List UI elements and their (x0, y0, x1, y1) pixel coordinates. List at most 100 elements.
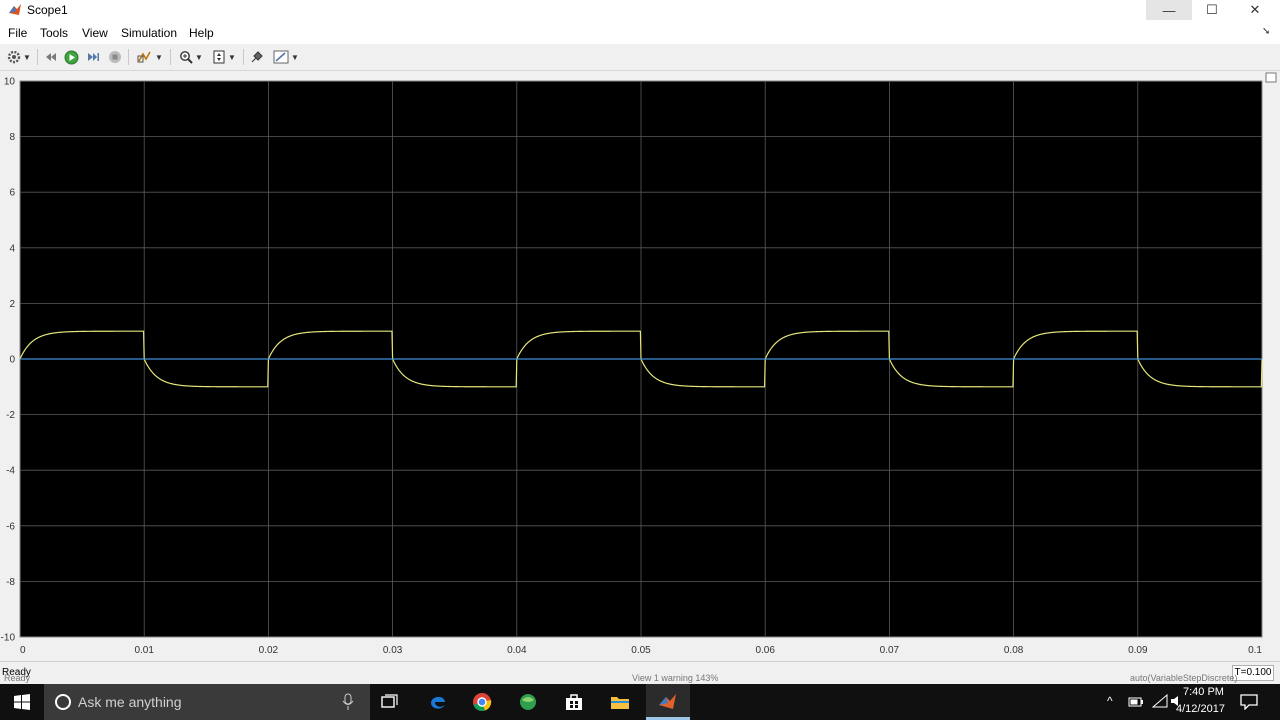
step-back-icon (46, 53, 56, 61)
x-tick-label: 0.01 (134, 645, 154, 656)
step-forward-button[interactable] (84, 48, 102, 66)
dropdown-arrow-icon: ▼ (228, 52, 236, 62)
x-tick-label: 0.07 (880, 645, 900, 656)
y-tick-label: -10 (1, 633, 16, 644)
scope-plot-area: 0 0.01 0.02 0.03 0.04 0.05 0.06 0.07 0.08 0.09 0.1… (0, 71, 1280, 661)
task-view-icon (381, 694, 398, 708)
toolbar-separator (37, 49, 38, 65)
autoscale-icon (213, 50, 225, 64)
microphone-icon[interactable] (342, 693, 354, 711)
expand-axes-icon[interactable] (1265, 72, 1277, 83)
toolbar-separator (128, 49, 129, 65)
dropdown-arrow-icon: ▼ (23, 52, 31, 62)
background-window-status: Ready (4, 673, 31, 683)
background-window-solver: auto(VariableStepDiscrete) (1130, 673, 1238, 683)
matlab-app-icon (9, 4, 21, 15)
clock-time[interactable]: 7:40 PM (1183, 686, 1224, 698)
maximize-button[interactable]: ☐ (1189, 0, 1235, 20)
menu-bar: File Tools View Simulation Help ➘ (0, 22, 1280, 44)
zoom-button[interactable]: ▼ (176, 48, 206, 66)
scope-axes[interactable]: 0 0.01 0.02 0.03 0.04 0.05 0.06 0.07 0.08 0.09 0.1… (0, 71, 1280, 661)
clock-date[interactable]: 4/12/2017 (1176, 703, 1225, 715)
configuration-button[interactable]: ▼ (4, 48, 34, 66)
y-tick-label: -8 (6, 577, 15, 588)
highlight-icon (137, 51, 151, 63)
folder-icon (611, 697, 629, 709)
store-icon (566, 694, 582, 710)
notifications-icon[interactable] (1240, 694, 1258, 710)
run-icon (64, 50, 78, 64)
zoom-icon (180, 51, 193, 64)
y-tick-label: 4 (9, 243, 15, 254)
y-tick-label: 10 (4, 77, 16, 88)
undock-arrow-icon[interactable]: ➘ (1262, 26, 1270, 37)
x-tick-label: 0.09 (1128, 645, 1148, 656)
simulation-time: T=0.100 (1232, 665, 1274, 681)
style-button[interactable] (248, 48, 266, 66)
tray-chevron-icon[interactable]: ^ (1107, 694, 1113, 708)
close-button[interactable]: ✕ (1232, 0, 1278, 20)
minimize-button[interactable]: — (1146, 0, 1192, 20)
toolbar-separator (243, 49, 244, 65)
toolbar-separator (170, 49, 171, 65)
wifi-icon[interactable] (1152, 694, 1168, 708)
step-back-button[interactable] (42, 48, 60, 66)
taskbar: Ask me anything ^ 7:40 PM 4/12/2017 (0, 684, 1280, 720)
x-tick-label: 0.02 (259, 645, 279, 656)
start-button[interactable] (0, 684, 44, 720)
matlab-icon (659, 694, 676, 709)
dropdown-arrow-icon: ▼ (195, 52, 203, 62)
menu-simulation[interactable]: Simulation (121, 26, 177, 40)
taskbar-edge[interactable] (416, 684, 460, 720)
dropdown-arrow-icon: ▼ (291, 52, 299, 62)
taskbar-store[interactable] (552, 684, 596, 720)
autoscale-button[interactable]: ▼ (209, 48, 239, 66)
menu-tools[interactable]: Tools (40, 26, 68, 40)
x-tick-label: 0.03 (383, 645, 403, 656)
y-tick-label: -6 (6, 521, 15, 532)
taskbar-file-explorer[interactable] (598, 684, 642, 720)
y-tick-label: -4 (6, 466, 15, 477)
cortana-icon (55, 694, 71, 710)
style-icon (251, 51, 263, 63)
x-tick-label: 0.05 (631, 645, 651, 656)
y-tick-label: 8 (9, 132, 15, 143)
edge-icon (431, 696, 445, 709)
menu-help[interactable]: Help (189, 26, 214, 40)
menu-view[interactable]: View (82, 26, 108, 40)
y-tick-label: 6 (9, 188, 15, 199)
dropdown-arrow-icon: ▼ (155, 52, 163, 62)
plot-side-strip (1264, 71, 1280, 661)
title-bar: Scope1 — ☐ ✕ (0, 0, 1280, 22)
background-window-status-center: View 1 warning 143% (632, 673, 719, 683)
stop-icon (109, 51, 121, 63)
cortana-search-box[interactable]: Ask me anything (44, 684, 370, 720)
signal-highlight-button[interactable]: ▼ (134, 48, 166, 66)
windows-logo-icon (14, 694, 30, 710)
globe-app-icon (520, 694, 536, 710)
x-tick-label: 0.06 (755, 645, 775, 656)
window-title: Scope1 (27, 3, 68, 17)
x-tick-label: 0.1 (1248, 645, 1262, 656)
run-button[interactable] (62, 48, 80, 66)
y-tick-label: 0 (9, 355, 15, 366)
measurements-button[interactable]: ▼ (270, 48, 302, 66)
menu-file[interactable]: File (8, 26, 27, 40)
toolbar: ▼ ▼ ▼ ▼ ▼ (0, 44, 1280, 71)
y-tick-label: -2 (6, 410, 15, 421)
taskbar-chrome[interactable] (460, 684, 504, 720)
measure-icon (273, 50, 289, 64)
taskbar-matlab[interactable] (646, 684, 690, 720)
battery-icon[interactable] (1128, 696, 1144, 708)
y-tick-label: 2 (9, 299, 15, 310)
gear-icon (7, 50, 21, 64)
task-view-button[interactable] (368, 684, 412, 720)
stop-button[interactable] (106, 48, 124, 66)
step-forward-icon (88, 53, 99, 61)
chrome-icon (473, 693, 492, 712)
x-tick-label: 0.08 (1004, 645, 1024, 656)
x-tick-label: 0.04 (507, 645, 527, 656)
x-tick-label: 0 (20, 645, 26, 656)
search-placeholder: Ask me anything (78, 694, 182, 710)
taskbar-app[interactable] (506, 684, 550, 720)
